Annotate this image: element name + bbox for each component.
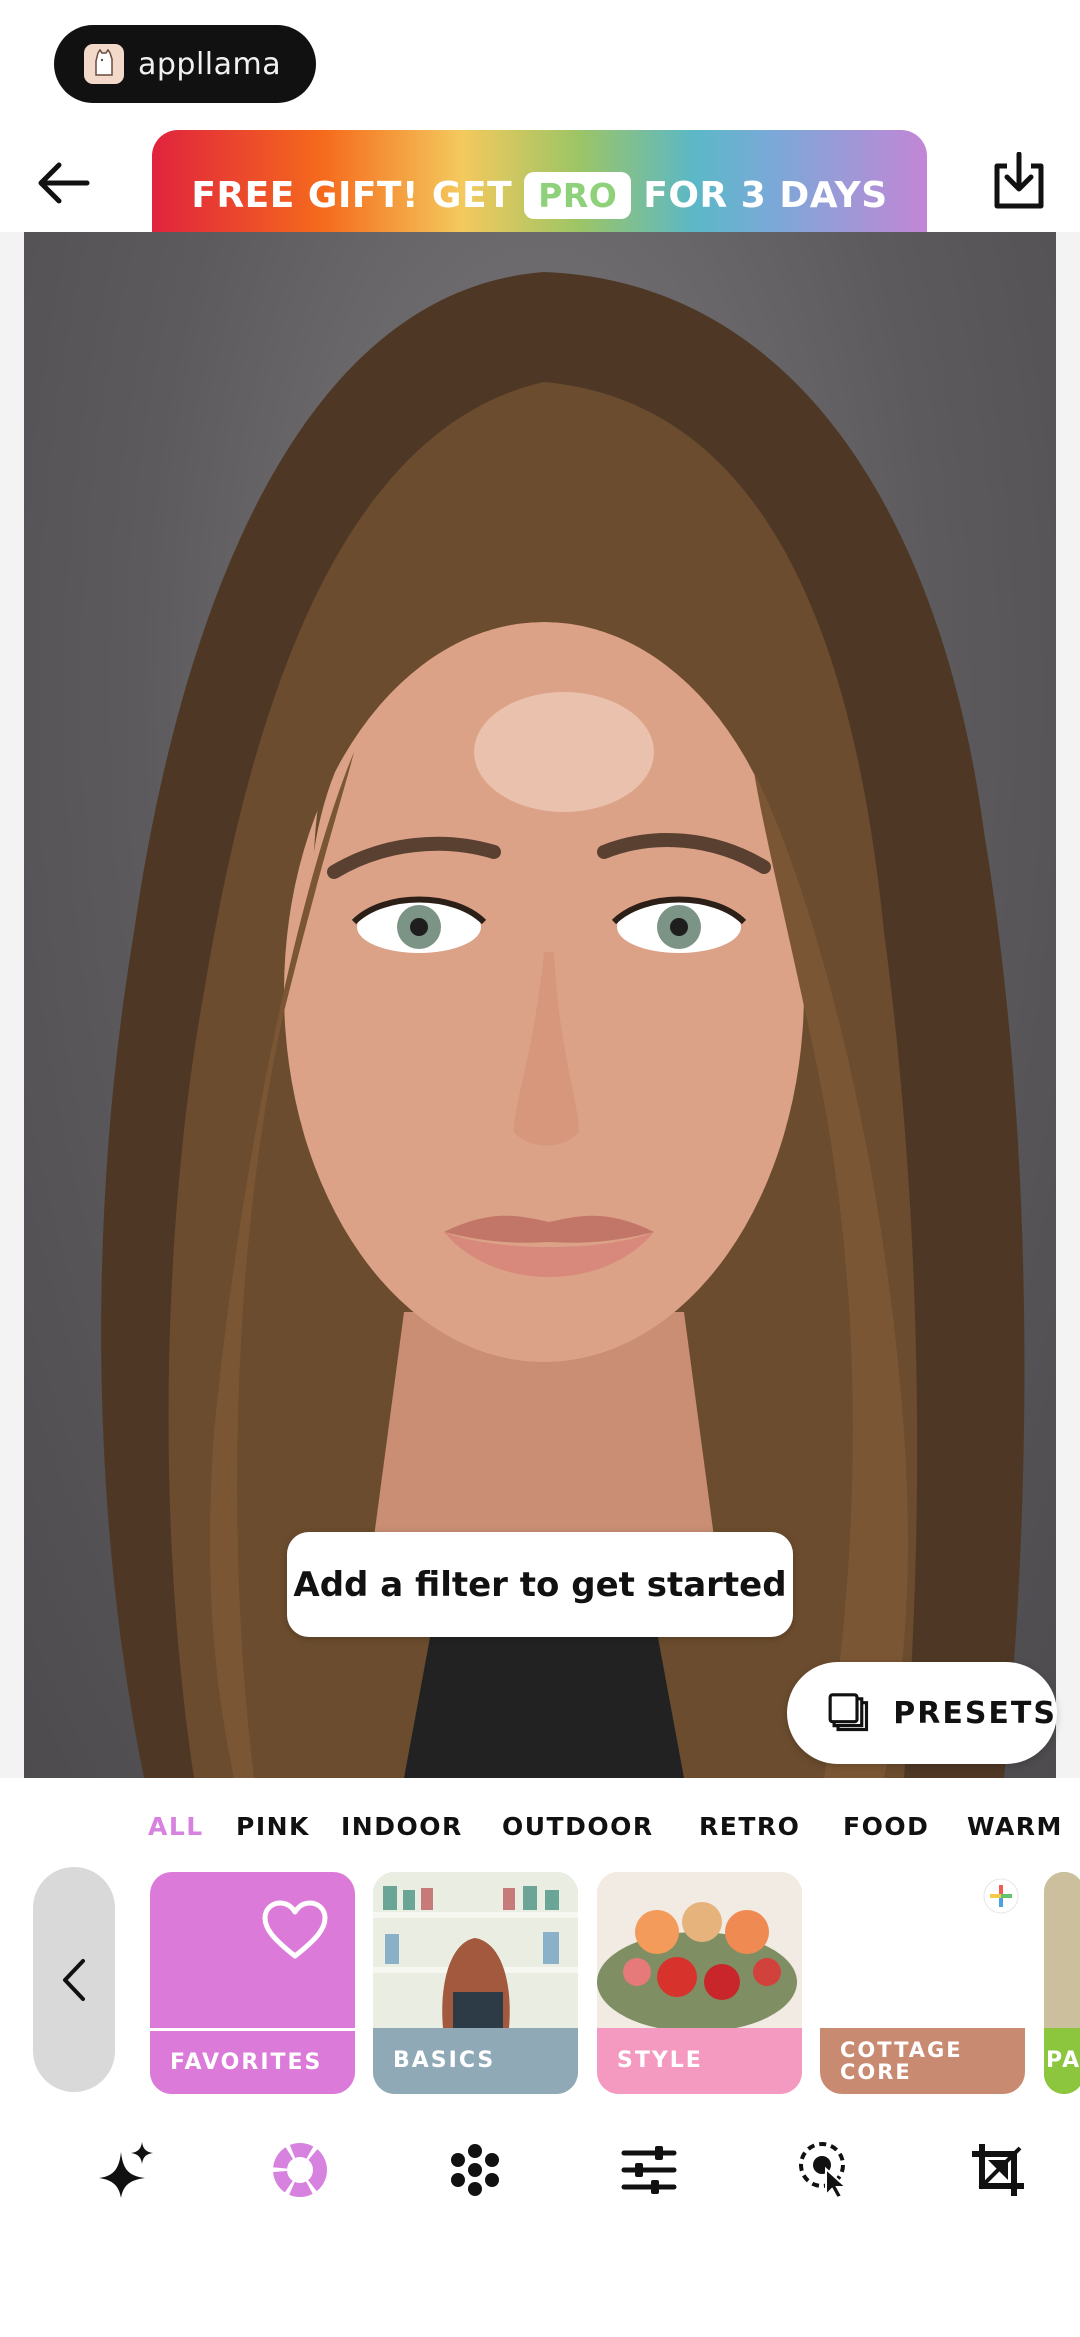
scroll-left-button[interactable] xyxy=(33,1867,115,2092)
filter-label: COTTAGE CORE xyxy=(820,2028,1025,2094)
brand-pill[interactable]: appllama xyxy=(54,25,316,103)
effects-icon xyxy=(451,2144,499,2196)
partial-thumbnail xyxy=(1044,1872,1080,2028)
tab-indoor[interactable]: INDOOR xyxy=(341,1812,463,1841)
filters-tool-button[interactable] xyxy=(270,2140,330,2200)
heart-icon xyxy=(262,1900,328,1959)
filter-basics[interactable]: BASICS xyxy=(373,1872,578,2094)
tab-warm[interactable]: WARM xyxy=(967,1812,1063,1841)
get-started-hint: Add a filter to get started xyxy=(287,1532,793,1637)
retouch-tool-button[interactable] xyxy=(794,2140,854,2200)
bottom-toolbar xyxy=(0,2140,1080,2200)
crop-tool-button[interactable] xyxy=(968,2140,1028,2200)
filter-label: FAVORITES xyxy=(150,2028,355,2094)
download-button[interactable] xyxy=(986,148,1052,214)
effects-tool-button[interactable] xyxy=(445,2140,505,2200)
retouch-icon xyxy=(799,2142,849,2199)
filter-favorites[interactable]: FAVORITES xyxy=(150,1872,355,2094)
style-thumbnail xyxy=(597,1872,802,2032)
add-icon xyxy=(983,1878,1019,1914)
tab-all[interactable]: ALL xyxy=(148,1812,204,1841)
promo-text-before: FREE GIFT! GET xyxy=(191,174,513,216)
magic-tool-button[interactable] xyxy=(96,2140,156,2200)
tab-retro[interactable]: RETRO xyxy=(699,1812,800,1841)
filter-label: STYLE xyxy=(597,2028,802,2094)
back-button[interactable] xyxy=(30,150,96,216)
filters-icon xyxy=(273,2143,327,2197)
pro-badge: PRO xyxy=(524,171,632,219)
download-icon xyxy=(994,152,1044,209)
arrow-left-icon xyxy=(38,162,90,204)
filter-label: BASICS xyxy=(373,2028,578,2094)
filter-partial[interactable]: PA xyxy=(1044,1872,1080,2094)
layers-icon xyxy=(828,1693,869,1732)
tab-food[interactable]: FOOD xyxy=(843,1812,929,1841)
filter-cottage-core[interactable]: COTTAGE CORE xyxy=(820,1872,1025,2094)
basics-thumbnail xyxy=(373,1872,578,2028)
filter-label: PA xyxy=(1044,2028,1080,2094)
adjust-icon xyxy=(621,2146,677,2194)
promo-text-after: FOR 3 DAYS xyxy=(643,174,888,216)
category-tabs: ALL PINK INDOOR OUTDOOR RETRO FOOD WARM xyxy=(0,1812,1080,1852)
crop-icon xyxy=(972,2144,1024,2196)
brand-name: appllama xyxy=(138,46,282,82)
sparkle-icon xyxy=(99,2142,153,2198)
tab-outdoor[interactable]: OUTDOOR xyxy=(502,1812,654,1841)
presets-button[interactable]: PRESETS xyxy=(787,1662,1057,1764)
llama-logo-icon xyxy=(84,44,124,84)
adjust-tool-button[interactable] xyxy=(619,2140,679,2200)
presets-label: PRESETS xyxy=(893,1695,1057,1731)
chevron-left-icon xyxy=(63,1958,85,2001)
filter-style[interactable]: STYLE xyxy=(597,1872,802,2094)
tab-pink[interactable]: PINK xyxy=(236,1812,310,1841)
